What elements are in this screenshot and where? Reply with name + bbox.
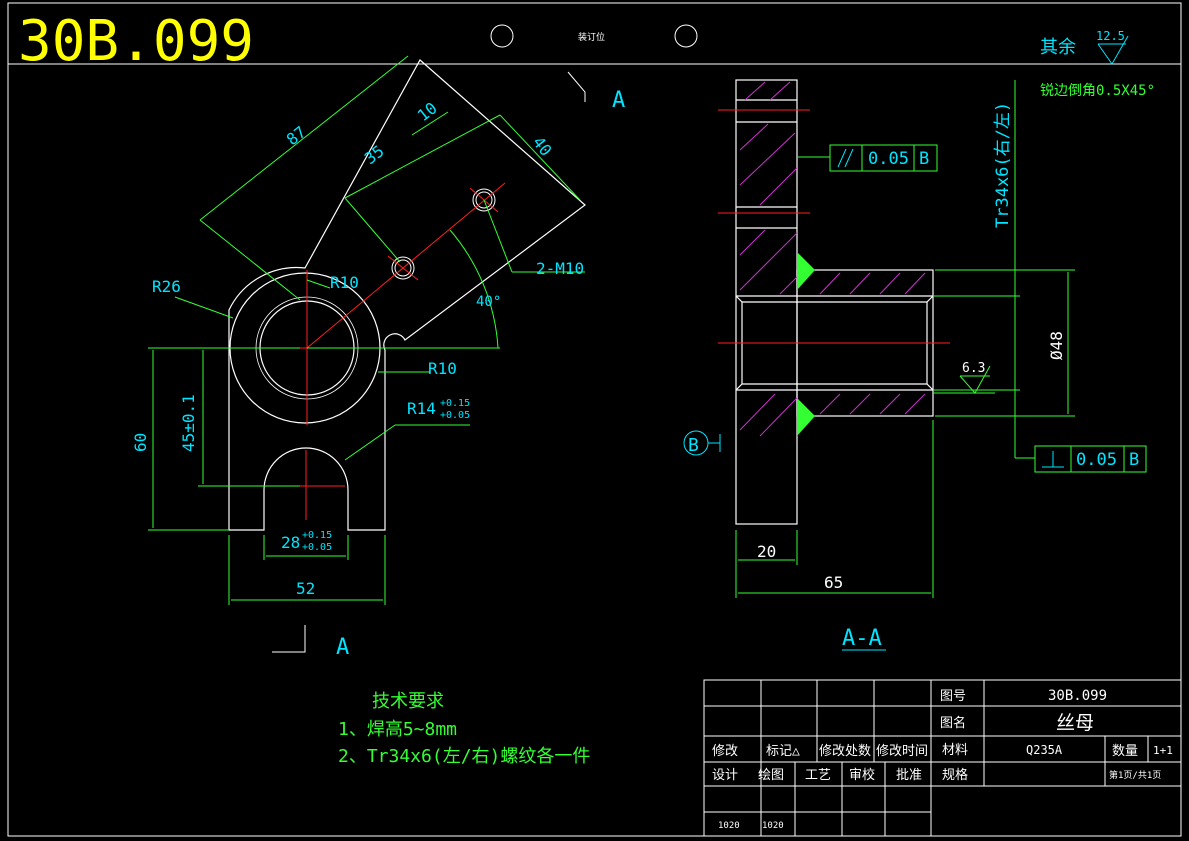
centerline-arm	[306, 182, 506, 349]
tb-drawing-no-label: 图号	[940, 689, 966, 704]
tech-item-2: 2、Tr34x6(左/右)螺纹各一件	[338, 746, 590, 767]
dim-r14-upper: +0.15	[440, 398, 470, 409]
tb-material-label: 材料	[942, 743, 968, 758]
tb-name: 丝母	[1056, 712, 1094, 734]
dim-r10-right: R10	[428, 359, 457, 378]
tb-process: 工艺	[805, 768, 831, 783]
front-view: A A 87 10 35 40 2-M10 40° R26 R10 R10 R1…	[131, 55, 625, 660]
chamfer-note: 锐边倒角0.5X45°	[1040, 83, 1155, 99]
binding-hole-left	[490, 24, 514, 48]
perpendicular-tolerance-frame: 0.05 B	[1034, 445, 1147, 473]
dim-angle: 40°	[476, 294, 501, 310]
tb-date-1: 1020	[718, 821, 740, 831]
datum-b-label: B	[688, 435, 699, 456]
tb-qty: 1+1	[1153, 744, 1173, 757]
dim-28-lower: +0.05	[302, 542, 332, 553]
tb-page: 第1页/共1页	[1109, 769, 1161, 781]
dim-60: 60	[131, 433, 150, 452]
weld-top	[797, 252, 815, 290]
tech-title: 技术要求	[372, 691, 444, 712]
tb-mod-count: 修改处数	[819, 744, 871, 759]
dim-40: 40	[529, 133, 556, 160]
dim-87: 87	[283, 122, 310, 149]
tb-mark: 标记△	[766, 744, 800, 759]
dim-35: 35	[361, 141, 388, 168]
tb-name-label: 图名	[940, 715, 966, 731]
section-marker-top: A	[612, 88, 625, 113]
tb-qty-label: 数量	[1112, 744, 1138, 759]
dim-2m10: 2-M10	[536, 259, 584, 278]
tb-date-2: 1020	[762, 821, 784, 831]
part-outline	[228, 59, 586, 531]
dim-r14: R14	[407, 399, 436, 418]
tb-mod-time: 修改时间	[876, 744, 928, 759]
roughness-others-value: 12.5	[1096, 29, 1125, 43]
dim-r10-top: R10	[330, 273, 359, 292]
dim-r14-lower: +0.05	[440, 410, 470, 421]
drawing-number-big: 30B.099	[18, 9, 254, 74]
perp-value: 0.05	[1076, 450, 1117, 470]
parallel-datum: B	[919, 149, 929, 169]
weld-bottom	[797, 398, 815, 436]
parallel-tolerance-frame: 0.05 B	[829, 144, 938, 172]
parallel-value: 0.05	[868, 149, 909, 169]
dim-10: 10	[414, 98, 441, 125]
dim-52: 52	[296, 579, 315, 598]
tb-material: Q235A	[1026, 743, 1063, 757]
dim-20: 20	[757, 542, 776, 561]
dim-bore: Ø48	[1047, 331, 1066, 360]
dim-28: 28	[281, 533, 300, 552]
tb-design: 设计	[712, 768, 738, 783]
roughness-others-label: 其余	[1040, 37, 1076, 58]
drawing-sheet: 30B.099 装订位 其余 12.5 锐边倒角0.5X45° A A 87 1…	[7, 2, 1182, 837]
section-marker-bottom: A	[336, 635, 349, 660]
binding-hole-right	[674, 24, 698, 48]
tb-drawing-no: 30B.099	[1048, 688, 1107, 704]
section-title: A-A	[842, 626, 882, 651]
dim-thread: Tr34x6(右/左)	[993, 102, 1013, 228]
dim-r26: R26	[152, 277, 181, 296]
tb-approve: 批准	[896, 768, 922, 783]
roughness-bore: 6.3	[962, 361, 985, 376]
tech-item-1: 1、焊高5~8mm	[338, 719, 457, 740]
tb-spec-label: 规格	[942, 767, 968, 783]
section-view: 20 65 Ø48 Tr34x6(右/左) 6.3 0.05 B 0.05 B	[683, 79, 1147, 651]
tb-draw: 绘图	[758, 768, 784, 783]
perp-datum: B	[1129, 450, 1139, 470]
dim-28-upper: +0.15	[302, 530, 332, 541]
dim-45: 45±0.1	[179, 394, 198, 452]
dim-65: 65	[824, 573, 843, 592]
tb-check: 审校	[849, 767, 875, 783]
tb-mod: 修改	[712, 744, 738, 759]
binding-label: 装订位	[578, 31, 605, 43]
